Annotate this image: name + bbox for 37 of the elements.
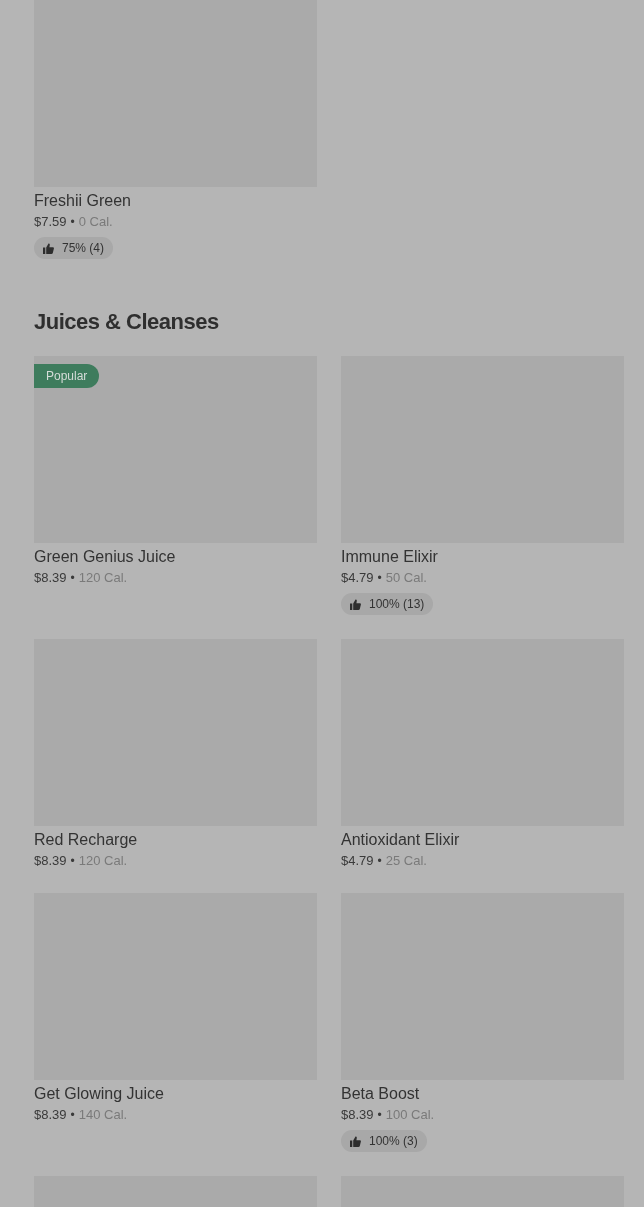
item-price: $8.39 [34, 1107, 67, 1123]
thumbs-up-icon [350, 1135, 361, 1147]
item-calories: 0 Cal. [78, 214, 113, 230]
separator-dot: • [377, 570, 382, 586]
separator-dot: • [377, 853, 382, 869]
rating-pill: 100% (3) [341, 1130, 427, 1152]
item-calories: 50 Cal. [385, 570, 427, 586]
item-calories: 120 Cal. [78, 853, 128, 869]
item-name[interactable]: Beta Boost [341, 1084, 624, 1104]
item-price: $4.79 [341, 570, 374, 586]
item-name[interactable]: Get Glowing Juice [34, 1084, 317, 1104]
section-heading: Juices & Cleanses [34, 308, 220, 336]
rating-pill: 75% (4) [34, 237, 114, 259]
item-calories: 100 Cal. [385, 1107, 435, 1123]
separator-dot: • [70, 1107, 75, 1123]
item-price: $7.59 [34, 214, 67, 230]
thumbs-up-icon [350, 598, 361, 610]
item-name[interactable]: Green Genius Juice [34, 547, 317, 567]
item-name[interactable]: Immune Elixir [341, 547, 624, 567]
image-placeholder[interactable]: Popular [34, 356, 317, 543]
item-price: $4.79 [341, 853, 374, 869]
popular-tag: Popular [34, 364, 100, 388]
item-name[interactable]: Freshii Green [34, 191, 317, 211]
item-name[interactable]: Red Recharge [34, 830, 317, 850]
separator-dot: • [70, 570, 75, 586]
item-calories: 25 Cal. [385, 853, 427, 869]
item-name[interactable]: Antioxidant Elixir [341, 830, 624, 850]
thumbs-up-icon [43, 242, 54, 254]
rating-pill: 100% (13) [341, 593, 434, 615]
item-price: $8.39 [34, 853, 67, 869]
separator-dot: • [377, 1107, 382, 1123]
separator-dot: • [70, 853, 75, 869]
separator-dot: • [70, 214, 75, 230]
item-price: $8.39 [341, 1107, 374, 1123]
item-price: $8.39 [34, 570, 67, 586]
item-calories: 120 Cal. [78, 570, 128, 586]
item-calories: 140 Cal. [78, 1107, 128, 1123]
